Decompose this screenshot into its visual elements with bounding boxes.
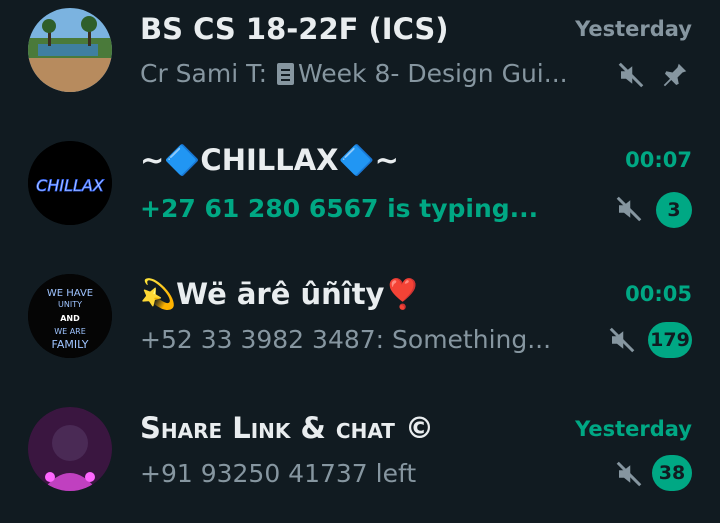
muted-icon: [616, 461, 642, 487]
avatar[interactable]: CHILLAX: [28, 141, 112, 225]
document-icon: [277, 63, 295, 85]
muted-icon: [618, 62, 644, 88]
chat-row[interactable]: BS CS 18-22F (ICS) Yesterday Cr Sami T: …: [0, 0, 720, 130]
chat-time: Yesterday: [575, 17, 692, 41]
chat-row[interactable]: CHILLAX ~🔷CHILLAX🔷~ 00:07 +27 61 280 656…: [0, 131, 720, 261]
preview-text: Week 8- Design Gui...: [298, 59, 568, 88]
avatar[interactable]: WE HAVE UNITY AND WE ARE FAMILY: [28, 274, 112, 358]
chat-preview: Cr Sami T: Week 8- Design Gui...: [140, 59, 590, 88]
avatar-text: UNITY: [58, 300, 82, 309]
muted-icon: [616, 196, 642, 222]
chat-title: 💫Wë ārê ûñîty❣️: [140, 277, 421, 311]
avatar[interactable]: [28, 8, 112, 92]
chat-title: BS CS 18-22F (ICS): [140, 12, 449, 46]
pin-icon: [663, 63, 687, 87]
chat-title: ~🔷CHILLAX🔷~: [140, 143, 399, 177]
chat-preview: +52 33 3982 3487: Something...: [140, 325, 552, 354]
unread-badge: 3: [656, 192, 692, 228]
chat-title: Share Link & chat ©: [140, 411, 434, 445]
avatar-text: WE ARE: [54, 327, 86, 336]
chat-time: Yesterday: [575, 417, 692, 441]
unread-badge: 179: [648, 322, 692, 358]
chat-preview: +91 93250 41737 left: [140, 459, 417, 488]
avatar-text: FAMILY: [52, 338, 89, 351]
chat-row[interactable]: WE HAVE UNITY AND WE ARE FAMILY 💫Wë ārê …: [0, 262, 720, 392]
typing-indicator: +27 61 280 6567 is typing...: [140, 194, 539, 223]
chat-row[interactable]: Share Link & chat © Yesterday +91 93250 …: [0, 393, 720, 523]
avatar[interactable]: [28, 407, 112, 491]
avatar-text: AND: [60, 314, 80, 323]
avatar-text: WE HAVE: [47, 288, 93, 299]
chat-time: 00:05: [625, 282, 692, 306]
preview-sender: Cr Sami T:: [140, 59, 276, 88]
muted-icon: [609, 327, 635, 353]
avatar-text: CHILLAX: [36, 176, 105, 195]
unread-badge: 38: [652, 455, 692, 491]
chat-time: 00:07: [625, 148, 692, 172]
